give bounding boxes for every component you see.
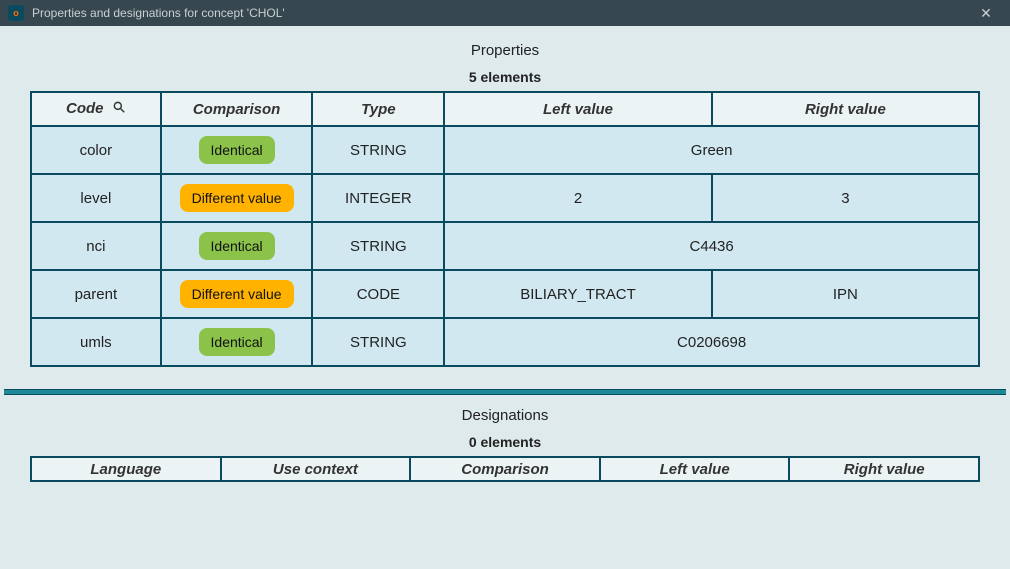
cell-comparison: Identical — [161, 126, 313, 174]
cell-code: parent — [31, 270, 161, 318]
comparison-badge: Identical — [199, 136, 275, 164]
cell-type: INTEGER — [312, 174, 444, 222]
designations-title: Designations — [4, 397, 1006, 434]
table-row[interactable]: nci Identical STRINGC4436 — [31, 222, 979, 270]
properties-count: 5 elements — [4, 69, 1006, 91]
designations-header-language[interactable]: Language — [31, 457, 221, 481]
designations-header-row: Language Use context Comparison Left val… — [31, 457, 979, 481]
cell-comparison: Different value — [161, 174, 313, 222]
comparison-badge: Identical — [199, 232, 275, 260]
cell-value-merged: Green — [444, 126, 979, 174]
cell-comparison: Identical — [161, 318, 313, 366]
table-row[interactable]: color Identical STRINGGreen — [31, 126, 979, 174]
cell-type: STRING — [312, 222, 444, 270]
cell-value-merged: C0206698 — [444, 318, 979, 366]
cell-type: STRING — [312, 318, 444, 366]
content-area: Properties 5 elements Code Comparison Ty… — [0, 26, 1010, 569]
cell-comparison: Identical — [161, 222, 313, 270]
properties-title: Properties — [4, 32, 1006, 69]
cell-code: nci — [31, 222, 161, 270]
properties-header-left[interactable]: Left value — [444, 92, 711, 126]
designations-count: 0 elements — [4, 434, 1006, 456]
cell-right-value: IPN — [712, 270, 979, 318]
cell-type: STRING — [312, 126, 444, 174]
cell-code: color — [31, 126, 161, 174]
properties-header-comparison[interactable]: Comparison — [161, 92, 313, 126]
window-title: Properties and designations for concept … — [32, 6, 285, 20]
comparison-badge: Identical — [199, 328, 275, 356]
section-separator — [4, 389, 1006, 395]
cell-code: umls — [31, 318, 161, 366]
close-icon: ✕ — [980, 5, 992, 22]
table-row[interactable]: umls Identical STRINGC0206698 — [31, 318, 979, 366]
properties-header-type[interactable]: Type — [312, 92, 444, 126]
comparison-badge: Different value — [180, 280, 294, 308]
designations-header-left[interactable]: Left value — [600, 457, 790, 481]
table-row[interactable]: parent Different value CODEBILIARY_TRACTIP… — [31, 270, 979, 318]
properties-header-code[interactable]: Code — [31, 92, 161, 126]
cell-left-value: BILIARY_TRACT — [444, 270, 711, 318]
properties-header-row: Code Comparison Type Left value Right va… — [31, 92, 979, 126]
cell-right-value: 3 — [712, 174, 979, 222]
header-code-label: Code — [66, 100, 104, 117]
search-icon[interactable] — [112, 100, 126, 118]
titlebar: o Properties and designations for concep… — [0, 0, 1010, 26]
designations-table: Language Use context Comparison Left val… — [30, 456, 980, 482]
cell-comparison: Different value — [161, 270, 313, 318]
comparison-badge: Different value — [180, 184, 294, 212]
properties-header-right[interactable]: Right value — [712, 92, 979, 126]
cell-value-merged: C4436 — [444, 222, 979, 270]
app-icon: o — [8, 5, 24, 21]
designations-header-usecontext[interactable]: Use context — [221, 457, 411, 481]
designations-header-right[interactable]: Right value — [789, 457, 979, 481]
close-button[interactable]: ✕ — [970, 2, 1002, 24]
cell-code: level — [31, 174, 161, 222]
table-row[interactable]: level Different value INTEGER23 — [31, 174, 979, 222]
properties-table: Code Comparison Type Left value Right va… — [30, 91, 980, 367]
cell-left-value: 2 — [444, 174, 711, 222]
cell-type: CODE — [312, 270, 444, 318]
designations-header-comparison[interactable]: Comparison — [410, 457, 600, 481]
